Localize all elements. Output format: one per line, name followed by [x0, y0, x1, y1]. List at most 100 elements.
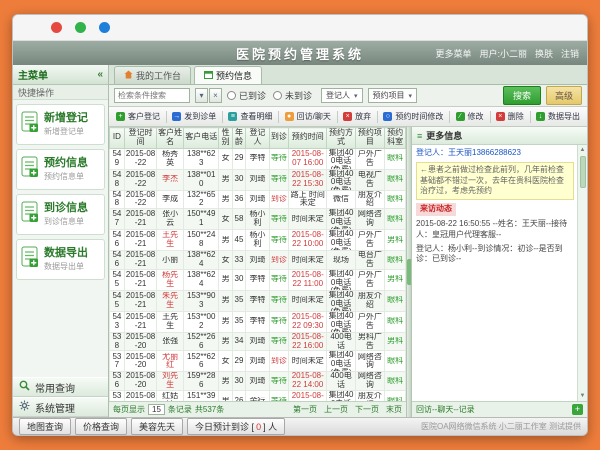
table-row[interactable]: 5382015-08-20张强152**266男34刘琦等待2015-08-22…	[110, 332, 406, 351]
cell-text: 150**248	[185, 231, 218, 249]
cell-id: 548	[110, 169, 125, 190]
toolbar-button-1[interactable]: →发到诊单	[168, 109, 220, 124]
cell-status: 等待	[269, 372, 288, 391]
tab-0[interactable]: 我的工作台	[114, 66, 191, 84]
scroll-up-icon[interactable]: ▲	[580, 146, 586, 154]
scroll-thumb[interactable]	[580, 156, 586, 188]
table-row[interactable]: 5492015-08-22杨秀英138**623女29李特等待2015-08-0…	[110, 148, 406, 169]
table-row[interactable]: 5362015-08-20红姑娘151**397男26余行等待2015-08-2…	[110, 390, 406, 401]
cell-time: 2015-08-20	[124, 372, 157, 391]
sidebar-item-2[interactable]: 到诊信息到诊信息单	[16, 194, 105, 235]
table-row[interactable]: 5482015-08-22李杰138**010男30刘琦等待2015-08-22…	[110, 169, 406, 190]
cell-text: 刘琦	[247, 377, 268, 386]
form-icon	[21, 156, 39, 183]
sidebar-header[interactable]: 主菜单 «	[13, 65, 108, 85]
collapse-sidebar-icon[interactable]: «	[97, 69, 103, 80]
table-row[interactable]: 5482015-08-22李成132**652男36刘琦到诊路上 时间未定微信朋…	[110, 190, 406, 209]
sidebar-panel-0[interactable]: 常用查询	[13, 377, 108, 397]
table-row[interactable]: 5452015-08-21杨先生138**624男30李特等待2015-08-2…	[110, 269, 406, 290]
sidebar-item-0[interactable]: 新增登记新增登记单	[16, 104, 105, 145]
dropdown-icon[interactable]: ▾	[195, 88, 208, 103]
toolbar-button-6[interactable]: ∕修改	[452, 109, 488, 124]
statusbar-button-1[interactable]: 价格查询	[75, 418, 127, 435]
tab-1[interactable]: 预约信息	[194, 66, 262, 84]
sidebar-item-1[interactable]: 预约信息预约信息单	[16, 149, 105, 190]
toolbar-button-0[interactable]: +客户登记	[112, 109, 164, 124]
add-record-icon[interactable]: +	[572, 404, 583, 415]
table-row[interactable]: 5462015-08-21王先生150**248男45杨小利等待2015-08-…	[110, 230, 406, 251]
page-link-2[interactable]: 下一页	[355, 404, 379, 415]
radio-1[interactable]	[273, 91, 282, 100]
toolbar-button-7[interactable]: ×删除	[492, 109, 528, 124]
toolbar-button-2[interactable]: ≡查看明细	[224, 109, 276, 124]
filter-select-1[interactable]: 预约项目▾	[368, 88, 418, 103]
window-close-button[interactable]	[51, 22, 62, 33]
statusbar-button-0[interactable]: 地图查询	[19, 418, 71, 435]
sidebar-items: 新增登记新增登记单预约信息预约信息单到诊信息到诊信息单数据导出数据导出单	[13, 100, 108, 284]
cell-text: 546	[111, 231, 123, 249]
radio-0[interactable]	[227, 91, 236, 100]
table-row[interactable]: 5432015-08-21王先生153**002男35李特等待2015-08-2…	[110, 311, 406, 332]
cell-text: 30	[234, 275, 244, 284]
cell-text: 159**286	[185, 372, 218, 390]
page-link-0[interactable]: 第一页	[293, 404, 317, 415]
filter-select-0[interactable]: 登记人▾	[321, 88, 363, 103]
cell-text: 536	[111, 392, 123, 401]
chat-icon: ●	[285, 112, 294, 121]
page-link-3[interactable]: 末页	[386, 404, 402, 415]
table-row[interactable]: 5372015-08-20尤丽红152**626女29刘琦到诊时间未定集团400…	[110, 351, 406, 372]
cell-dept: 眼科	[385, 311, 406, 332]
cell-text: 时间未定	[290, 357, 325, 366]
cell-method: 集团400电话(免费)	[327, 169, 355, 190]
column-header: 年龄	[232, 128, 245, 149]
table-row[interactable]: 5452015-08-21朱先生153**903男35李特等待时间未定集团400…	[110, 290, 406, 311]
today-arrivals-button[interactable]: 今日预计到诊 [ 0 ] 人	[187, 418, 285, 435]
cell-text: 等待	[271, 377, 287, 386]
cell-text: 35	[234, 296, 244, 305]
cell-method: 集团400电话(免费)	[327, 290, 355, 311]
cell-text: 138**010	[185, 171, 218, 189]
per-page-select[interactable]: 15	[148, 404, 165, 415]
advanced-search-button[interactable]: 高级	[546, 86, 582, 105]
cell-text: 微信	[328, 195, 353, 204]
cell-id: 548	[110, 190, 125, 209]
cell-time: 2015-08-21	[124, 209, 157, 230]
scroll-down-icon[interactable]: ▼	[580, 392, 586, 400]
table-scroll-area[interactable]: ID登记时间客户姓名客户电话性别年龄登记人到诊预约时间预约方式预约项目预约科室 …	[109, 127, 406, 401]
table-row[interactable]: 5472015-08-21张小云150**491女58杨小利等待时间未定集团40…	[110, 209, 406, 230]
sidebar-item-text: 数据导出数据导出单	[44, 247, 88, 272]
cell-name: 李成	[157, 190, 184, 209]
cell-text: 刘先生	[158, 372, 182, 390]
search-input[interactable]	[114, 88, 190, 103]
titlebar-link-1[interactable]: 用户:小二丽	[479, 47, 527, 60]
clear-icon[interactable]: ×	[209, 88, 222, 103]
cell-age: 29	[232, 351, 245, 372]
window-minimize-button[interactable]	[75, 22, 86, 33]
titlebar-link-0[interactable]: 更多菜单	[435, 47, 471, 60]
window-maximize-button[interactable]	[99, 22, 110, 33]
sidebar-item-3[interactable]: 数据导出数据导出单	[16, 239, 105, 280]
toolbar-button-label: 删除	[508, 111, 524, 122]
toolbar-button-5[interactable]: ○预约时间修改	[379, 109, 447, 124]
toolbar-button-3[interactable]: ●回访/聊天	[281, 109, 335, 124]
search-button[interactable]: 搜索	[503, 86, 541, 105]
cell-method: 集团400电话(免费)	[327, 269, 355, 290]
statusbar-button-2[interactable]: 美容先天	[131, 418, 183, 435]
sidebar-bottom-panels: 常用查询系统管理	[13, 377, 108, 417]
titlebar-link-2[interactable]: 换肤	[535, 47, 553, 60]
cell-text: 户外广告	[357, 313, 384, 331]
toolbar-button-label: 发到诊单	[184, 111, 216, 122]
page-link-1[interactable]: 上一页	[324, 404, 348, 415]
table-row[interactable]: 5462015-08-21小丽138**624女33刘琦到诊时间未定现场电台广告…	[110, 251, 406, 270]
titlebar-link-3[interactable]: 注销	[561, 47, 579, 60]
sidebar: 主菜单 « 快捷操作 新增登记新增登记单预约信息预约信息单到诊信息到诊信息单数据…	[13, 65, 109, 417]
sidebar-panel-1[interactable]: 系统管理	[13, 397, 108, 417]
table-row[interactable]: 5362015-08-20刘先生159**286男30刘琦等待2015-08-2…	[110, 372, 406, 391]
detail-scrollbar[interactable]: ▲ ▼	[577, 145, 587, 401]
toolbar-button-8[interactable]: ↓数据导出	[532, 109, 584, 124]
detail-icon: ≡	[228, 112, 237, 121]
cell-item: 朋友介绍	[355, 290, 385, 311]
cell-item: 男科广告	[355, 332, 385, 351]
cell-text: 549	[111, 150, 123, 168]
toolbar-button-4[interactable]: ×放弃	[339, 109, 375, 124]
